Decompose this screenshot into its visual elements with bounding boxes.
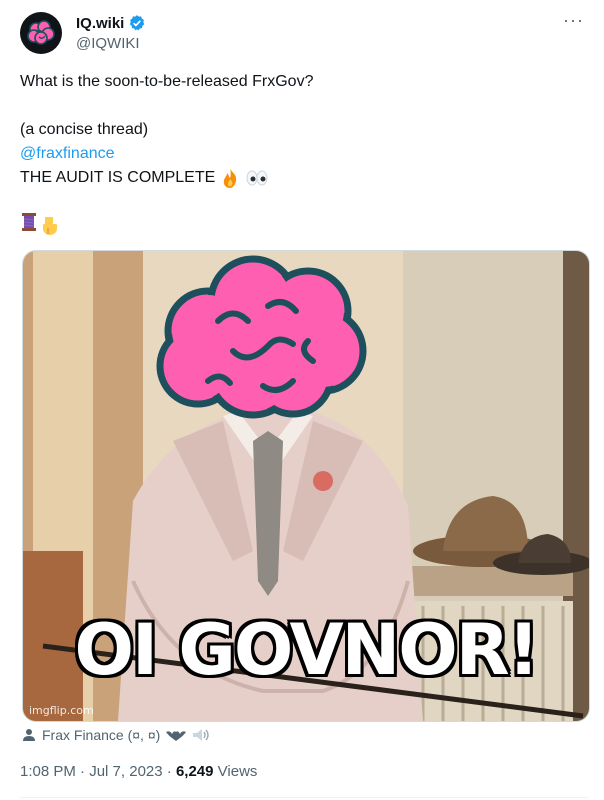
tweet-time[interactable]: 1:08 PM bbox=[20, 763, 76, 780]
tweet-media-image[interactable]: OI GOVNOR! imgflip.com bbox=[22, 250, 590, 722]
pointing-down-icon bbox=[42, 216, 58, 236]
tweet-line-emojis bbox=[20, 212, 580, 240]
tweet-header: IQ.wiki @IQWIKI ··· bbox=[20, 10, 588, 56]
tagged-user-name: Frax Finance (¤, ¤) bbox=[42, 727, 161, 743]
tweet-line-audit: THE AUDIT IS COMPLETE bbox=[20, 166, 580, 190]
brain-icon bbox=[27, 20, 55, 45]
author-handle[interactable]: @IQWIKI bbox=[76, 35, 146, 52]
tweet-line-question: What is the soon-to-be-released FrxGov? bbox=[20, 73, 314, 90]
tweet-text: What is the soon-to-be-released FrxGov? … bbox=[20, 70, 580, 238]
person-icon bbox=[23, 729, 35, 741]
views-count: 6,249 bbox=[175, 763, 214, 780]
meme-caption: OI GOVNOR! bbox=[74, 609, 539, 691]
author-display-name[interactable]: IQ.wiki bbox=[76, 15, 124, 32]
verified-badge-icon bbox=[130, 15, 145, 31]
mention-link[interactable]: @fraxfinance bbox=[20, 142, 115, 166]
tweet-date[interactable]: Jul 7, 2023 bbox=[89, 763, 162, 780]
fire-emoji-icon bbox=[219, 167, 241, 189]
tweet-line-thread: (a concise thread) bbox=[20, 121, 149, 138]
thread-spool-icon bbox=[20, 212, 38, 240]
views-label: Views bbox=[217, 763, 258, 780]
bat-emoji-icon bbox=[166, 731, 187, 741]
tagged-user[interactable]: Frax Finance (¤, ¤) bbox=[22, 727, 210, 743]
speaker-emoji-icon bbox=[193, 729, 209, 741]
eyes-emoji-icon bbox=[245, 170, 269, 186]
divider bbox=[20, 797, 588, 798]
more-options-icon[interactable]: ··· bbox=[563, 10, 584, 31]
tweet-meta: 1:08 PM · Jul 7, 2023 · 6,249 Views bbox=[20, 763, 258, 780]
meme-watermark: imgflip.com bbox=[29, 704, 94, 717]
author-avatar[interactable] bbox=[20, 12, 62, 54]
